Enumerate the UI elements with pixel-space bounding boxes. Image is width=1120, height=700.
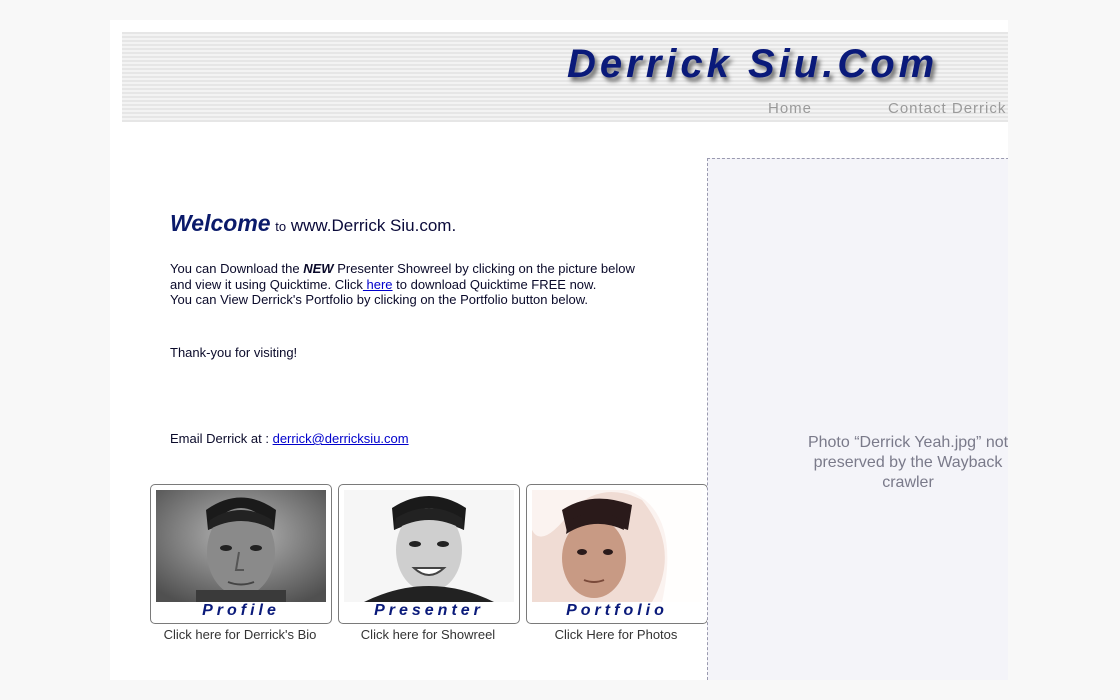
header-banner: Derrick Siu.Com Home Contact Derrick: [122, 32, 1008, 122]
intro-new: NEW: [303, 261, 334, 276]
portfolio-caption[interactable]: Click Here for Photos: [521, 627, 711, 642]
presenter-label: Presenter: [374, 602, 484, 619]
profile-button[interactable]: Profile: [150, 484, 332, 624]
nav-home-link[interactable]: Home: [768, 100, 812, 117]
intro-portfolio-line: You can View Derrick's Portfolio by clic…: [170, 292, 588, 307]
page: Derrick Siu.Com Home Contact Derrick Wel…: [110, 20, 1008, 680]
portfolio-photo: [532, 490, 702, 602]
intro-part3: to download Quicktime FREE now.: [392, 276, 597, 292]
portfolio-label: Portfolio: [566, 602, 668, 619]
presenter-button[interactable]: Presenter: [338, 484, 520, 624]
welcome-heading: Welcome to www.Derrick Siu.com.: [170, 210, 456, 237]
welcome-to: to: [275, 219, 287, 234]
quicktime-here-link[interactable]: here: [363, 277, 393, 292]
intro-part1: You can Download the: [170, 261, 304, 276]
email-link[interactable]: derrick@derricksiu.com: [273, 431, 409, 446]
photo-placeholder-text: Photo “Derrick Yeah.jpg” not preserved b…: [807, 434, 1008, 491]
intro-text: You can Download the NEW Presenter Showr…: [170, 261, 650, 308]
thanks-text: Thank-you for visiting!: [170, 345, 298, 360]
email-label: Email Derrick at :: [170, 431, 269, 446]
presenter-photo: [344, 490, 514, 602]
profile-label: Profile: [202, 602, 280, 619]
email-line: Email Derrick at : derrick@derricksiu.co…: [170, 431, 409, 446]
welcome-word: Welcome: [170, 210, 271, 236]
site-title: Derrick Siu.Com: [567, 42, 939, 86]
photo-placeholder: Photo “Derrick Yeah.jpg” not preserved b…: [707, 158, 1008, 680]
nav-contact-link[interactable]: Contact Derrick: [888, 100, 1006, 117]
welcome-site: www.Derrick Siu.com.: [290, 216, 457, 235]
portfolio-button[interactable]: Portfolio: [526, 484, 708, 624]
profile-photo: [156, 490, 326, 602]
presenter-caption[interactable]: Click here for Showreel: [333, 627, 523, 642]
profile-caption[interactable]: Click here for Derrick's Bio: [145, 627, 335, 642]
